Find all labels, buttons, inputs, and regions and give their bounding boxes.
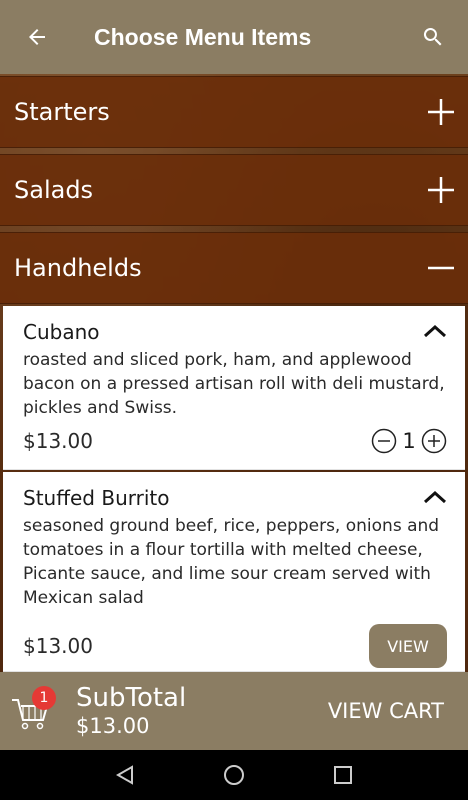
item-description: seasoned ground beef, rice, peppers, oni…: [23, 516, 440, 608]
cart-count-badge: 1: [32, 686, 56, 710]
category-handhelds[interactable]: Handhelds: [0, 232, 468, 304]
item-price: $13.00: [23, 429, 93, 453]
arrow-left-icon: [29, 29, 45, 45]
subtotal-label: SubTotal: [76, 683, 187, 713]
subtotal-amount: $13.00: [76, 714, 150, 738]
minus-circle-icon[interactable]: [371, 428, 397, 454]
chevron-up-icon[interactable]: [423, 489, 447, 508]
square-recents-icon: [334, 766, 353, 784]
back-button[interactable]: [0, 0, 74, 74]
triangle-back-icon: [115, 765, 133, 785]
app-bar: Choose Menu Items: [0, 0, 468, 74]
minus-icon[interactable]: [424, 251, 458, 285]
circle-home-icon: [223, 765, 244, 785]
subtotal: SubTotal $13.00: [76, 683, 328, 739]
view-button[interactable]: VIEW: [369, 624, 447, 668]
search-button[interactable]: [398, 0, 468, 74]
quantity-stepper: 1: [371, 428, 447, 454]
nav-back-button[interactable]: [105, 755, 145, 795]
plus-icon[interactable]: [424, 173, 458, 207]
cart-bar: 1 SubTotal $13.00 VIEW CART: [0, 672, 468, 750]
view-cart-button[interactable]: VIEW CART: [328, 699, 468, 723]
category-label: Handhelds: [14, 254, 142, 282]
category-label: Starters: [14, 98, 110, 126]
quantity-value: 1: [402, 429, 416, 453]
system-nav-bar: [0, 750, 468, 800]
nav-home-button[interactable]: [214, 755, 254, 795]
item-name: Stuffed Burrito: [23, 486, 170, 510]
category-starters[interactable]: Starters: [0, 76, 468, 148]
nav-recents-button[interactable]: [323, 755, 363, 795]
page-title: Choose Menu Items: [94, 23, 312, 50]
item-name: Cubano: [23, 320, 100, 344]
cart-button[interactable]: 1: [8, 672, 72, 750]
category-salads[interactable]: Salads: [0, 154, 468, 226]
search-icon: [423, 28, 442, 46]
category-label: Salads: [14, 176, 94, 204]
menu-item-cubano[interactable]: Cubano roasted and sliced pork, ham, and…: [3, 306, 465, 470]
plus-circle-icon[interactable]: [421, 428, 447, 454]
chevron-up-icon[interactable]: [423, 323, 447, 342]
item-price: $13.00: [23, 634, 93, 658]
menu-item-stuffed-burrito[interactable]: Stuffed Burrito seasoned ground beef, ri…: [3, 472, 465, 672]
plus-icon[interactable]: [424, 95, 458, 129]
item-description: roasted and sliced pork, ham, and applew…: [23, 350, 445, 418]
